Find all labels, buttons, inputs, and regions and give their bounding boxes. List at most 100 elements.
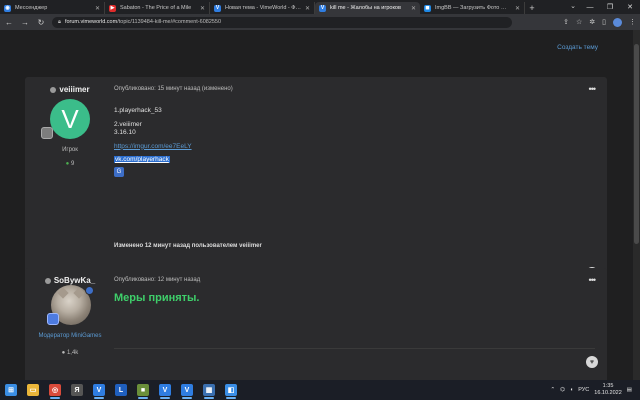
volume-icon[interactable]: ◖ bbox=[570, 387, 573, 393]
vime-icon-2-glyph: V bbox=[159, 384, 171, 396]
tab-search-icon[interactable]: ⌄ bbox=[570, 2, 576, 10]
close-tab-icon[interactable]: ✕ bbox=[305, 5, 310, 12]
maximize-icon[interactable]: ❐ bbox=[600, 0, 620, 14]
sidepanel-icon[interactable]: ▯ bbox=[602, 18, 606, 26]
author-rank: Игрок bbox=[62, 147, 78, 153]
close-tab-icon[interactable]: ✕ bbox=[200, 5, 205, 12]
browser-tab[interactable]: ◉ Мессенджер ✕ bbox=[0, 2, 105, 14]
moderator-badge-icon bbox=[47, 313, 59, 325]
forward-icon[interactable]: → bbox=[20, 17, 30, 27]
tab-favicon-icon: ◼ bbox=[424, 4, 431, 12]
window-controls: — ❐ ✕ bbox=[580, 0, 640, 14]
browser-tab-bar: ◉ Мессенджер ✕ ▶ Sabaton - The Price of a Mi… bbox=[0, 0, 640, 14]
tab-title: Новая тема - VimeWorld - Форум bbox=[225, 5, 301, 11]
post-options-icon[interactable]: ••• bbox=[589, 275, 597, 285]
clock-time: 1:35 bbox=[602, 383, 614, 389]
launcher-icon[interactable]: L bbox=[110, 380, 132, 400]
photos-icon[interactable]: ▦ bbox=[198, 380, 220, 400]
translate-icon[interactable]: G bbox=[114, 166, 124, 177]
minecraft-icon[interactable]: ■ bbox=[132, 380, 154, 400]
scrollbar-thumb[interactable] bbox=[634, 44, 639, 244]
reputation-icon: ● bbox=[65, 161, 70, 167]
network-icon[interactable]: ⌬ bbox=[560, 387, 565, 393]
url-path: /topic/1139484-kill-me/#comment-6082550 bbox=[117, 19, 222, 25]
avatar[interactable]: V bbox=[50, 99, 90, 139]
browser-tab[interactable]: V Новая тема - VimeWorld - Форум ✕ bbox=[210, 2, 315, 14]
minimize-icon[interactable]: — bbox=[580, 0, 600, 14]
back-icon[interactable]: ← bbox=[4, 17, 14, 27]
browser-tab[interactable]: ▶ Sabaton - The Price of a Mile ✕ bbox=[105, 2, 210, 14]
offline-status-icon bbox=[50, 86, 57, 93]
chevron-up-icon[interactable]: ⌃ bbox=[551, 387, 556, 393]
post-content: Меры приняты. bbox=[114, 292, 200, 304]
chrome-icon-glyph: ◎ bbox=[49, 384, 61, 396]
tab-title: Sabaton - The Price of a Mile bbox=[120, 5, 192, 11]
author-rank: Модератор MiniGames bbox=[38, 333, 102, 339]
menu-kebab-icon[interactable]: ⋮ bbox=[629, 18, 636, 26]
rank-badge-icon bbox=[41, 127, 53, 139]
photos-icon-glyph: ▦ bbox=[203, 384, 215, 396]
tab-favicon-icon: ◉ bbox=[4, 4, 11, 12]
bookmark-star-icon[interactable]: ☆ bbox=[576, 18, 582, 26]
browser-tab[interactable]: Vkill me - Жалобы на игроков ✕ bbox=[315, 2, 420, 14]
yandex-icon[interactable]: Я bbox=[66, 380, 88, 400]
explorer-icon[interactable]: ▭ bbox=[22, 380, 44, 400]
language-indicator[interactable]: РУС bbox=[578, 387, 589, 393]
extensions-icon[interactable]: ✲ bbox=[589, 18, 595, 26]
divider bbox=[114, 348, 595, 349]
post-line: 2.veiiimer bbox=[114, 120, 142, 128]
new-tab-button[interactable]: + bbox=[525, 2, 539, 14]
app-icon-glyph: ◧ bbox=[225, 384, 237, 396]
author-name[interactable]: veiiimer bbox=[25, 85, 115, 94]
url-host: forum.vimeworld.com bbox=[64, 19, 118, 25]
vk-link-selected[interactable]: vk.com/playerhack bbox=[114, 156, 170, 163]
lock-icon: 🔒︎ bbox=[58, 18, 61, 25]
share-icon[interactable]: ⇪ bbox=[563, 18, 569, 26]
launcher-icon-glyph: L bbox=[115, 384, 127, 396]
close-window-icon[interactable]: ✕ bbox=[620, 0, 640, 14]
tab-title: kill me - Жалобы на игроков bbox=[330, 5, 401, 11]
address-bar[interactable]: 🔒︎ forum.vimeworld.com/topic/1139484-kil… bbox=[52, 16, 512, 28]
browser-tab[interactable]: ◼ ImgBB — Загрузить Фото — ЗАГ ✕ bbox=[420, 2, 525, 14]
close-tab-icon[interactable]: ✕ bbox=[95, 5, 100, 12]
close-tab-icon[interactable]: ✕ bbox=[411, 5, 416, 12]
reputation-icon: ● bbox=[61, 350, 66, 356]
vime-icon-2[interactable]: V bbox=[154, 380, 176, 400]
start-icon[interactable]: ⊞ bbox=[0, 380, 22, 400]
vime-icon-3[interactable]: V bbox=[176, 380, 198, 400]
notifications-icon[interactable]: ▤ bbox=[627, 387, 632, 393]
forum-post: SoBywKa_ Модератор MiniGames ● 1,4k Опуб… bbox=[25, 268, 607, 380]
taskbar-apps: ⊞ ▭ ◎ Я V L ■ V V ▦ ◧ bbox=[0, 380, 242, 400]
tab-favicon-icon: ▶ bbox=[109, 4, 116, 12]
toolbar-icons: ⇪ ☆ ✲ ▯ ⋮ bbox=[563, 17, 636, 27]
clock[interactable]: 1:35 16.10.2022 bbox=[594, 383, 622, 397]
start-icon-glyph: ⊞ bbox=[5, 384, 17, 396]
browser-toolbar: ← → ↻ 🔒︎ forum.vimeworld.com/topic/11394… bbox=[0, 14, 640, 30]
post-meta: Опубликовано: 15 минут назад (изменено) bbox=[114, 86, 233, 92]
like-heart-icon[interactable]: ♥ bbox=[586, 356, 598, 368]
clock-date: 16.10.2022 bbox=[594, 390, 622, 396]
post-meta: Опубликовано: 12 минут назад bbox=[114, 277, 201, 283]
author-name[interactable]: SoBywKa_ bbox=[25, 276, 115, 285]
chrome-icon[interactable]: ◎ bbox=[44, 380, 66, 400]
tab-favicon-icon: V bbox=[214, 4, 221, 12]
vime-icon-glyph: V bbox=[93, 384, 105, 396]
tab-title: ImgBB — Загрузить Фото — ЗАГ bbox=[435, 5, 511, 11]
explorer-icon-glyph: ▭ bbox=[27, 384, 39, 396]
close-tab-icon[interactable]: ✕ bbox=[515, 5, 520, 12]
vime-icon-3-glyph: V bbox=[181, 384, 193, 396]
post-line: 3.16.10 bbox=[114, 129, 136, 136]
imgur-link[interactable]: https://imgur.com/ee7EeLY bbox=[114, 143, 192, 150]
create-topic-link[interactable]: Создать тему bbox=[557, 44, 598, 51]
reload-icon[interactable]: ↻ bbox=[36, 17, 46, 27]
app-icon[interactable]: ◧ bbox=[220, 380, 242, 400]
group-badge-icon bbox=[85, 286, 94, 295]
post-options-icon[interactable]: ••• bbox=[589, 84, 597, 94]
tab-title: Мессенджер bbox=[15, 5, 48, 11]
edited-notice: Изменено 12 минут назад пользователем ve… bbox=[114, 243, 262, 249]
minecraft-icon-glyph: ■ bbox=[137, 384, 149, 396]
reputation-count: ● 9 bbox=[65, 161, 75, 167]
vime-icon[interactable]: V bbox=[88, 380, 110, 400]
profile-avatar[interactable] bbox=[613, 17, 622, 27]
forum-page: Создать тему veiiimer V Игрок ● 9 Опубли… bbox=[0, 30, 640, 380]
